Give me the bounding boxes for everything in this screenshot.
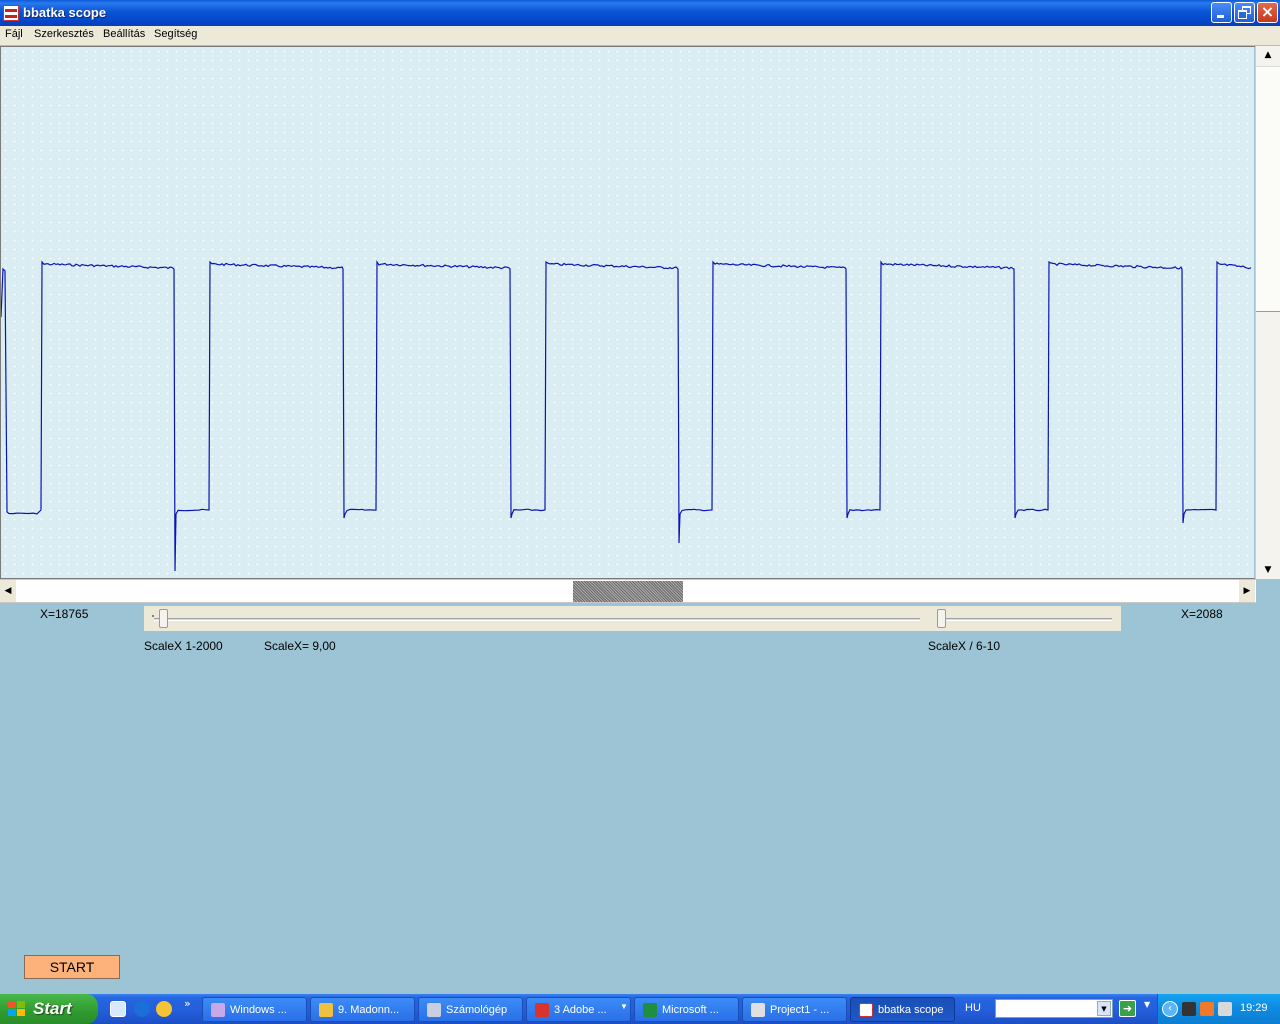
waveform-svg [1,260,1252,572]
title-bar: bbatka scope × [0,0,1280,26]
menu-file[interactable]: Fájl [5,28,23,40]
scalex-div-label: ScaleX / 6-10 [928,639,1001,653]
scalex-div-slider-track[interactable] [940,618,1112,621]
system-tray: ‹ 19:29 [1157,994,1280,1024]
menu-bar: Fájl Szerkesztés Beállítás Segítség [0,26,1280,45]
language-indicator[interactable]: HU [965,1002,981,1014]
x-left-label: X=18765 [40,607,89,621]
media-player-icon[interactable] [156,1001,172,1017]
camera-tray-icon[interactable] [1182,1002,1196,1016]
scalex-value-label: ScaleX= 9,00 [264,639,336,653]
scope-icon [859,1003,873,1017]
app-tray-icon[interactable] [1200,1002,1214,1016]
vertical-scrollbar[interactable]: ▲ ▼ [1255,46,1280,579]
menu-help[interactable]: Segítség [154,28,197,40]
excel-icon [643,1003,657,1017]
scalex-div-slider-thumb[interactable] [937,609,946,628]
start-menu-button[interactable]: Start [0,994,98,1024]
floppy-icon [211,1003,225,1017]
scalex-slider-thumb[interactable] [159,609,168,628]
scroll-down-arrow-icon[interactable]: ▼ [1256,561,1280,579]
waveform-trace [1,260,1252,572]
close-icon: × [1260,2,1275,21]
scalex-slider-track[interactable] [154,618,920,621]
slider-panel [144,606,1121,631]
task-label: 9. Madonn... [338,1004,400,1016]
taskbar-item-scope[interactable]: bbatka scope [850,997,955,1022]
start-label: Start [33,999,72,1018]
task-label: bbatka scope [878,1004,944,1016]
task-label: Windows ... [230,1004,287,1016]
task-label: Számológép [446,1004,508,1016]
taskbar-item-excel[interactable]: Microsoft ... [634,997,739,1022]
chevron-down-icon[interactable]: ▼ [1097,1001,1111,1016]
show-desktop-icon[interactable] [110,1001,126,1017]
pencil-icon [319,1003,333,1017]
slider-tick [152,615,154,617]
task-label: Microsoft ... [662,1004,719,1016]
toolbar-chevron-icon[interactable]: ▼ [1144,1000,1150,1009]
horizontal-scroll-thumb[interactable] [573,581,683,602]
minimize-button[interactable] [1211,2,1232,23]
go-arrow-icon[interactable]: ➜ [1119,1000,1136,1017]
minimize-icon [1217,15,1224,18]
taskbar-item-madonna[interactable]: 9. Madonn... [310,997,415,1022]
scroll-left-arrow-icon[interactable]: ◀ [0,580,16,602]
quicklaunch-more-icon[interactable]: » [184,997,191,1010]
taskbar-item-project[interactable]: Project1 - ... [742,997,847,1022]
adobe-icon [535,1003,549,1017]
menu-edit[interactable]: Szerkesztés [34,28,94,40]
network-tray-icon[interactable] [1218,1002,1232,1016]
close-button[interactable]: × [1257,2,1278,23]
clock: 19:29 [1240,1002,1268,1014]
restore-button[interactable] [1234,2,1255,23]
vertical-scroll-thumb[interactable] [1256,66,1280,312]
restore-icon-front [1238,10,1247,19]
taskbar-item-windows[interactable]: Windows ... [202,997,307,1022]
task-label: Project1 - ... [770,1004,830,1016]
task-label: 3 Adobe ... [554,1004,607,1016]
windows-flag-icon [8,1001,25,1016]
scrollbar-corner [1256,579,1280,603]
menu-settings[interactable]: Beállítás [103,28,145,40]
taskbar: Start » Windows ... 9. Madonn... Számoló… [0,994,1280,1024]
start-acquisition-button[interactable]: START [24,955,120,979]
scroll-right-arrow-icon[interactable]: ▶ [1239,580,1255,602]
calculator-icon [427,1003,441,1017]
scroll-up-arrow-icon[interactable]: ▲ [1256,46,1280,64]
group-dropdown-icon: ▼ [620,1002,628,1011]
taskbar-item-calculator[interactable]: Számológép [418,997,523,1022]
internet-explorer-icon[interactable] [134,1001,150,1017]
window-title: bbatka scope [23,5,107,20]
horizontal-scrollbar[interactable]: ◀ ▶ [0,579,1256,603]
project-icon [751,1003,765,1017]
tray-expand-icon[interactable]: ‹ [1162,1001,1178,1017]
address-toolbar-input[interactable]: ▼ [995,999,1113,1018]
app-icon[interactable] [3,5,19,21]
scalex-range-label: ScaleX 1-2000 [144,639,223,653]
oscilloscope-plot[interactable] [1,47,1254,578]
taskbar-item-adobe[interactable]: 3 Adobe ... ▼ [526,997,631,1022]
x-right-label: X=2088 [1181,607,1223,621]
